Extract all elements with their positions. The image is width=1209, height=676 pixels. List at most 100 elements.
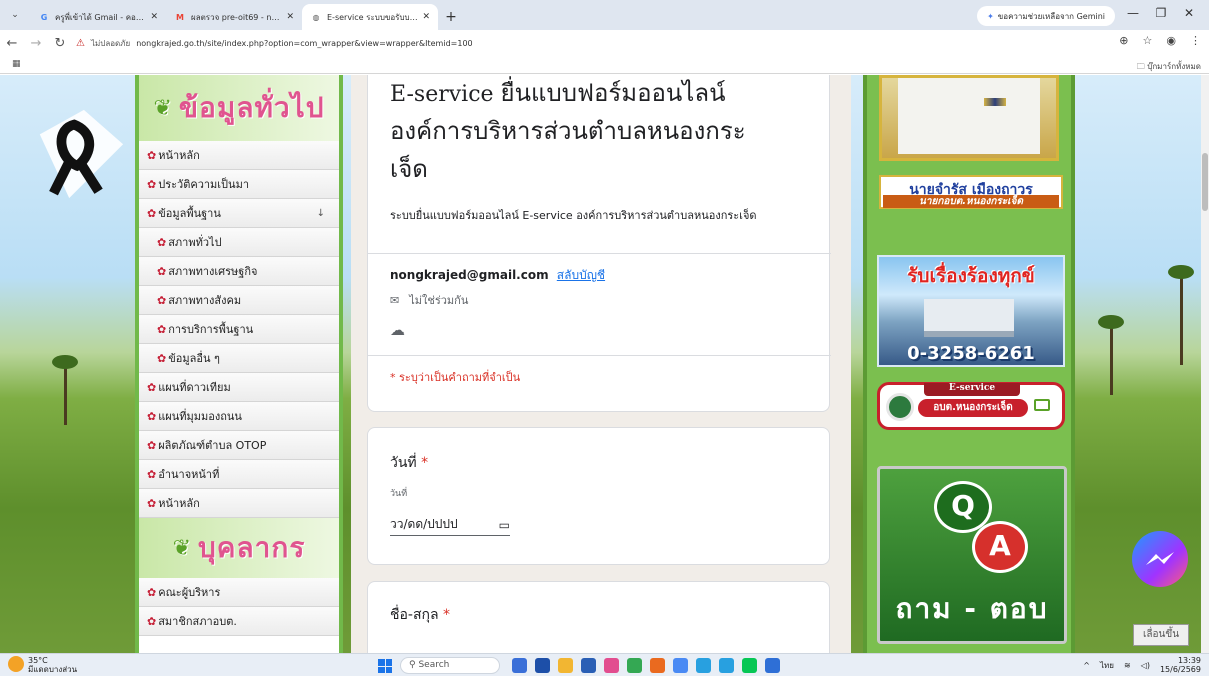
tab-title: ผลตรวจ pre-oit69 - nongkrajed xyxy=(191,12,282,22)
calendar-icon[interactable]: ▭ xyxy=(499,518,510,532)
language-indicator[interactable]: ไทย xyxy=(1100,659,1114,672)
sidebar-item-label: แผนที่มุมมองถนน xyxy=(158,410,242,423)
taskbar-search[interactable]: ⚲ Search xyxy=(400,657,500,674)
sidebar-item-label: คณะผู้บริหาร xyxy=(158,586,221,599)
rose-icon: ✿ xyxy=(147,438,157,452)
required-star: * xyxy=(421,455,429,471)
eservice-org-label: อบต.หนองกระเจ็ด xyxy=(918,399,1028,417)
zoom-icon[interactable]: ⊕ xyxy=(1119,34,1128,47)
reload-icon[interactable]: ↻ xyxy=(48,36,72,51)
sidebar-item-label: หน้าหลัก xyxy=(158,149,200,162)
question-card-name: ชื่อ-สกุล * xyxy=(367,581,830,653)
app-icon[interactable] xyxy=(535,658,550,673)
rose-icon: ✿ xyxy=(157,293,167,307)
tree-graphic xyxy=(1098,315,1124,395)
weather-widget[interactable]: 35°C มีแดดบางส่วน xyxy=(8,656,77,674)
sidebar-item-label: ประวัติความเป็นมา xyxy=(158,178,249,191)
windows-start-icon[interactable] xyxy=(378,659,392,673)
sidebar-item[interactable]: ✿ หน้าหลัก xyxy=(139,489,339,518)
sidebar-item[interactable]: ✿ ประวัติความเป็นมา xyxy=(139,170,339,199)
sidebar-item[interactable]: ✿ สภาพทางสังคม xyxy=(139,286,339,315)
scrollbar-thumb[interactable] xyxy=(1202,153,1208,211)
mayor-title: นายกอบต.หนองกระเจ็ด xyxy=(883,195,1059,208)
firefox-icon[interactable] xyxy=(650,658,665,673)
app-icon[interactable] xyxy=(512,658,527,673)
folder-icon[interactable] xyxy=(558,658,573,673)
sidebar-item[interactable]: ✿ หน้าหลัก xyxy=(139,141,339,170)
sidebar-item[interactable]: ✿ อำนาจหน้าที่ xyxy=(139,460,339,489)
question-card-date: วันที่ * วันที่ วว/ดด/ปปปป ▭ xyxy=(367,427,830,565)
store-icon[interactable] xyxy=(581,658,596,673)
rose-icon: ✿ xyxy=(157,264,167,278)
sidebar-item[interactable]: ✿ ข้อมูลอื่น ๆ xyxy=(139,344,339,373)
chrome-icon[interactable] xyxy=(673,658,688,673)
form-description: ระบบยื่นแบบฟอร์มออนไลน์ E-service องค์กา… xyxy=(390,209,757,222)
messenger-chat-icon[interactable] xyxy=(1132,531,1188,587)
qa-label: ถาม - ตอบ xyxy=(895,592,1049,625)
sidebar-item[interactable]: ✿ คณะผู้บริหาร xyxy=(139,578,339,607)
rose-icon: ✿ xyxy=(147,409,157,423)
sidebar-item[interactable]: ✿ แผนที่ดาวเทียม xyxy=(139,373,339,402)
close-tab-icon[interactable]: ✕ xyxy=(286,12,294,22)
close-tab-icon[interactable]: ✕ xyxy=(150,12,158,22)
apps-grid-icon[interactable]: ▦ xyxy=(12,59,21,69)
line-icon[interactable] xyxy=(742,658,757,673)
close-window-button[interactable]: ✕ xyxy=(1175,6,1203,26)
qa-banner[interactable]: Q A ถาม - ตอบ xyxy=(877,466,1067,644)
sidebar-item[interactable]: ✿ ผลิตภัณฑ์ตำบล OTOP xyxy=(139,431,339,460)
browser-tab[interactable]: M ผลตรวจ pre-oit69 - nongkrajed ✕ xyxy=(166,4,302,30)
complaint-heading: รับเรื่องร้องทุกข์ xyxy=(907,265,1035,287)
tab-search-icon[interactable]: ⌄ xyxy=(0,0,30,30)
sidebar-item[interactable]: ✿ สภาพทางเศรษฐกิจ xyxy=(139,257,339,286)
rose-icon: ✿ xyxy=(147,614,157,628)
eservice-banner[interactable]: E-service อบต.หนองกระเจ็ด xyxy=(877,382,1065,430)
app-icon[interactable] xyxy=(765,658,780,673)
sidebar-item-label: ผลิตภัณฑ์ตำบล OTOP xyxy=(158,439,267,452)
sidebar-item[interactable]: ✿ การบริการพื้นฐาน xyxy=(139,315,339,344)
forward-icon[interactable]: → xyxy=(24,36,48,51)
gemini-button[interactable]: ✦ ขอความช่วยเหลือจาก Gemini xyxy=(977,6,1115,26)
browser-tab[interactable]: ◍ E-service ระบบขอรับบริการออนไลน์✕ xyxy=(302,4,438,30)
monitor-icon xyxy=(1034,399,1050,411)
restore-button[interactable]: ❐ xyxy=(1147,6,1175,26)
office-building-graphic xyxy=(924,299,1014,337)
app-icon[interactable] xyxy=(719,658,734,673)
wifi-icon[interactable]: ≋ xyxy=(1124,661,1131,670)
chevron-up-icon[interactable]: ^ xyxy=(1083,661,1090,670)
bookmark-star-icon[interactable]: ☆ xyxy=(1143,34,1153,47)
tab-title: ครูพี่เข้าได้ Gmail - คอมพิวเตอร์ - xyxy=(55,12,147,22)
sidebar-item-label: หน้าหลัก xyxy=(158,497,200,510)
minimize-button[interactable]: — xyxy=(1119,6,1147,26)
date-input[interactable]: วว/ดด/ปปปป ▭ xyxy=(390,514,510,536)
form-title-thai-3: เจ็ด xyxy=(390,155,428,183)
complaint-banner[interactable]: รับเรื่องร้องทุกข์ 0-3258-6261 xyxy=(877,255,1065,367)
app-icon[interactable] xyxy=(604,658,619,673)
clock-date: 15/6/2569 xyxy=(1159,665,1201,674)
menu-header-label: บุคลากร xyxy=(198,531,306,564)
sidebar-item[interactable]: ✿ ข้อมูลพื้นฐาน ↓ xyxy=(139,199,339,228)
browser-tab[interactable]: G ครูพี่เข้าได้ Gmail - คอมพิวเตอร์ -✕ xyxy=(30,4,166,30)
account-email: nongkrajed@gmail.com สลับบัญชี xyxy=(390,266,605,285)
chrome-icon[interactable] xyxy=(627,658,642,673)
leaf-icon: ❦ xyxy=(172,535,193,561)
complaint-phone: 0-3258-6261 xyxy=(907,343,1035,364)
url-field[interactable]: ⚠ ไม่ปลอดภัย nongkrajed.go.th/site/index… xyxy=(76,37,473,50)
sidebar-item-label: ข้อมูลพื้นฐาน xyxy=(158,207,221,220)
profile-icon[interactable]: ◉ xyxy=(1166,34,1176,47)
all-bookmarks-button[interactable]: 🗀 บุ๊กมาร์กทั้งหมด xyxy=(1137,60,1201,75)
switch-account-link[interactable]: สลับบัญชี xyxy=(557,268,605,282)
sidebar-item[interactable]: ✿ สภาพทั่วไป xyxy=(139,228,339,257)
back-to-top-button[interactable]: เลื่อนขึ้น xyxy=(1133,624,1189,646)
volume-icon[interactable]: ◁) xyxy=(1141,661,1150,670)
sidebar-item[interactable]: ✿ สมาชิกสภาอบต. xyxy=(139,607,339,636)
menu-kebab-icon[interactable]: ⋮ xyxy=(1190,34,1201,47)
page-scrollbar[interactable] xyxy=(1201,75,1209,653)
search-label: Search xyxy=(418,660,450,670)
app-icon[interactable] xyxy=(696,658,711,673)
new-tab-button[interactable]: + xyxy=(438,4,464,30)
sidebar-item[interactable]: ✿ แผนที่มุมมองถนน xyxy=(139,402,339,431)
mayor-name-box: นายจำรัส เมืองถาวร นายกอบต.หนองกระเจ็ด xyxy=(879,175,1063,209)
close-tab-icon[interactable]: ✕ xyxy=(422,12,430,22)
clock[interactable]: 13:39 15/6/2569 xyxy=(1160,656,1201,674)
back-icon[interactable]: ← xyxy=(0,36,24,51)
